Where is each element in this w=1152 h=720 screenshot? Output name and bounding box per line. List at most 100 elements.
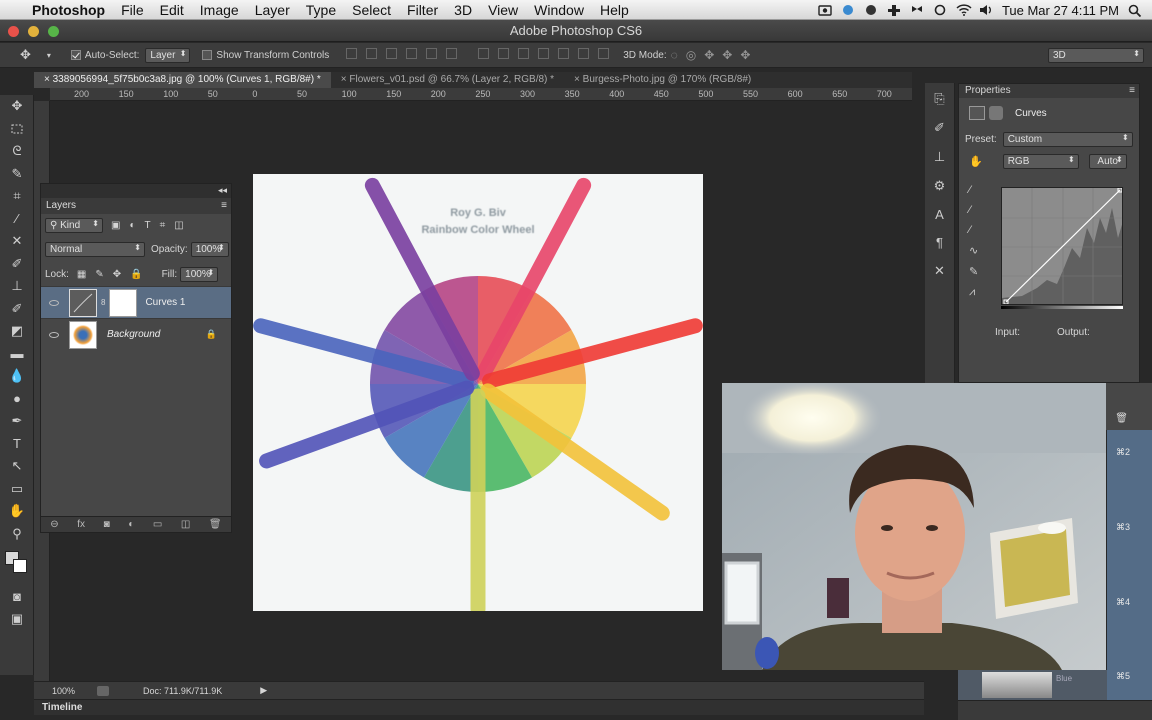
blur-tool-icon[interactable]: 💧 (0, 365, 34, 388)
channel-dropdown[interactable]: RGB (1002, 153, 1079, 169)
wifi-icon[interactable] (956, 4, 972, 16)
show-transform-checkbox[interactable] (202, 50, 213, 60)
spotlight-search-icon[interactable] (1128, 4, 1142, 18)
menu-edit[interactable]: Edit (152, 2, 192, 18)
menubar-clock[interactable]: Tue Mar 27 4:11 PM (1002, 3, 1119, 18)
menu-view[interactable]: View (480, 2, 526, 18)
pen-tool-icon[interactable]: ✒ (0, 410, 34, 433)
adjustment-layer-icon[interactable]: ◐ (128, 519, 134, 530)
menu-layer[interactable]: Layer (247, 2, 298, 18)
lasso-tool-icon[interactable]: ᘓ (0, 140, 34, 163)
rectangle-tool-icon[interactable]: ▭ (0, 478, 34, 501)
paragraph-panel-icon[interactable]: ¶ (936, 235, 943, 250)
dropbox-icon[interactable] (910, 4, 924, 16)
align-hcenter-icon[interactable] (426, 48, 438, 59)
distribute-right-icon[interactable] (578, 48, 590, 59)
background-color-swatch[interactable] (13, 559, 27, 573)
menu-help[interactable]: Help (592, 2, 637, 18)
auto-button[interactable]: Auto (1088, 153, 1127, 169)
menu-3d[interactable]: 3D (446, 2, 480, 18)
distribute-hcenter-icon[interactable] (558, 48, 570, 59)
channel-row-blue[interactable]: Blue (958, 670, 1107, 700)
history-brush-tool-icon[interactable]: ✐ (0, 298, 34, 321)
blend-mode-dropdown[interactable]: Normal (45, 241, 145, 257)
plus-cross-icon[interactable] (887, 4, 901, 16)
distribute-vcenter-icon[interactable] (498, 48, 510, 59)
fx-icon[interactable]: fx (77, 519, 85, 530)
evernote-icon[interactable] (864, 4, 878, 16)
lock-icons[interactable]: ▦✎✥🔒 (77, 269, 152, 280)
dodge-tool-icon[interactable]: ● (0, 388, 34, 411)
smooth-curve-icon[interactable]: ⩘ (969, 286, 978, 299)
layer-row-background[interactable]: Background 🔒 (41, 318, 231, 350)
color-swatches[interactable] (0, 545, 34, 585)
white-point-eyedropper-icon[interactable]: ⁄ (969, 224, 978, 236)
minimize-window-button[interactable] (28, 26, 39, 37)
path-selection-tool-icon[interactable]: ↖ (0, 455, 34, 478)
move-tool-icon[interactable]: ✥ (20, 47, 31, 63)
menu-file[interactable]: File (113, 2, 152, 18)
layer-name-curves[interactable]: Curves 1 (145, 297, 185, 308)
brush-tool-icon[interactable]: ✐ (0, 253, 34, 276)
panel-menu-icon[interactable]: ≡ (1129, 84, 1135, 98)
layer-filter-dropdown[interactable]: ⚲ Kind (45, 217, 103, 233)
gradient-tool-icon[interactable]: ▬ (0, 343, 34, 366)
clone-source-icon[interactable]: ⊥ (934, 149, 945, 165)
distribute-bottom-icon[interactable] (518, 48, 530, 59)
timeline-label[interactable]: Timeline (42, 702, 82, 713)
align-left-icon[interactable] (406, 48, 418, 59)
curve-point-tool-icon[interactable]: ∿ (969, 244, 978, 257)
zoom-tool-icon[interactable]: ⚲ (0, 523, 34, 546)
visibility-eye-icon[interactable] (49, 299, 59, 306)
targeted-adjust-icon[interactable]: ✋ (969, 155, 983, 168)
tools-icon[interactable]: ✕ (934, 263, 945, 279)
align-vcenter-icon[interactable] (366, 48, 378, 59)
eraser-tool-icon[interactable]: ◩ (0, 320, 34, 343)
healing-brush-tool-icon[interactable]: ✕ (0, 230, 34, 253)
black-point-eyedropper-icon[interactable]: ⁄ (969, 184, 978, 196)
mask-link-icon[interactable]: 8 (101, 298, 105, 307)
auto-select-dropdown[interactable]: Layer (145, 47, 191, 63)
layer-name-background[interactable]: Background (107, 329, 160, 340)
pencil-draw-icon[interactable]: ✎ (969, 265, 978, 278)
layer-mask-thumb[interactable] (109, 288, 138, 317)
tool-presets-icon[interactable]: ⚙ (934, 178, 946, 194)
delete-layer-icon[interactable]: 🗑 (209, 519, 222, 530)
distribute-left-icon[interactable] (538, 48, 550, 59)
move-tool-icon[interactable]: ✥ (0, 95, 34, 118)
clone-stamp-tool-icon[interactable]: ⊥ (0, 275, 34, 298)
character-panel-icon[interactable]: A (935, 207, 944, 222)
properties-title[interactable]: Properties (965, 85, 1011, 96)
align-bottom-icon[interactable] (386, 48, 398, 59)
menu-filter[interactable]: Filter (399, 2, 446, 18)
eyedropper-tool-icon[interactable]: ⁄ (0, 208, 34, 231)
visibility-eye-icon[interactable] (49, 331, 59, 338)
quick-select-tool-icon[interactable]: ✎ (0, 163, 34, 186)
timeline-panel[interactable]: Timeline (34, 699, 924, 715)
align-top-icon[interactable] (346, 48, 358, 59)
panel-menu-icon[interactable]: ≡ (221, 198, 227, 214)
curves-graph[interactable] (1001, 187, 1123, 305)
new-group-icon[interactable]: ▭ (153, 519, 162, 530)
tab-document-2[interactable]: × Flowers_v01.psd @ 66.7% (Layer 2, RGB/… (331, 72, 564, 88)
document-canvas[interactable]: Roy G. Biv Rainbow Color Wheel (253, 174, 703, 611)
horizontal-ruler[interactable]: 200 150 100 50 0 50 100 150 200 250 300 350 400 450 50… (50, 88, 912, 101)
status-menu-icon[interactable] (97, 685, 110, 696)
menu-app-name[interactable]: Photoshop (24, 2, 113, 18)
link-layers-icon[interactable]: ⊖ (50, 519, 58, 530)
camera-icon[interactable] (818, 4, 832, 16)
zoom-window-button[interactable] (48, 26, 59, 37)
new-layer-icon[interactable]: ◫ (181, 519, 190, 530)
layers-panel-title[interactable]: Layers (46, 200, 76, 211)
brush-panel-icon[interactable]: ✐ (934, 120, 945, 136)
layer-filter-icons[interactable]: ▣◐T⌗◫ (111, 220, 193, 231)
align-right-icon[interactable] (446, 48, 458, 59)
add-mask-icon[interactable]: ◙ (104, 519, 110, 530)
menu-window[interactable]: Window (526, 2, 592, 18)
auto-select-checkbox[interactable] (70, 50, 81, 60)
mask-icon[interactable] (989, 106, 1003, 120)
type-tool-icon[interactable]: T (0, 433, 34, 456)
trash-icon[interactable]: 🗑 (1115, 413, 1128, 424)
tab-document-1[interactable]: × 3389056994_5f75b0c3a8.jpg @ 100% (Curv… (34, 72, 331, 88)
menu-type[interactable]: Type (298, 2, 344, 18)
